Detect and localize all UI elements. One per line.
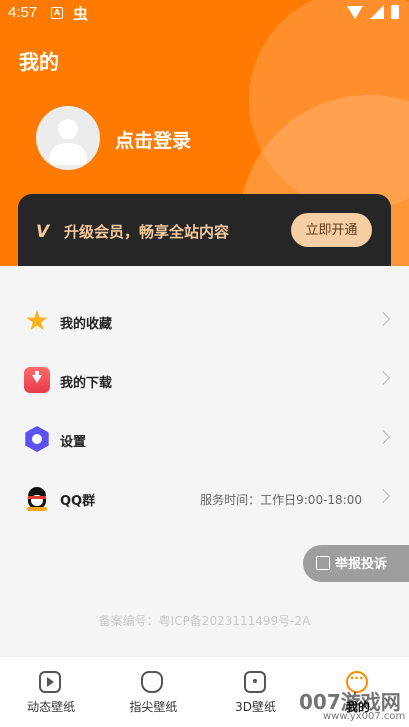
menu-item-qq-group[interactable]: QQ群 服务时间：工作日9:00-18:00 <box>0 469 409 528</box>
login-link[interactable]: 点击登录 <box>115 126 191 153</box>
star-icon: ★ <box>24 304 50 337</box>
tab-label: 3D壁纸 <box>235 700 277 714</box>
icp-record-text: 备案编号：粤ICP备2023111499号-2A <box>98 614 311 628</box>
report-button[interactable]: 举报投诉 <box>303 545 409 582</box>
report-button-label: 举报投诉 <box>335 556 388 571</box>
chevron-right-icon <box>375 429 391 445</box>
status-bar: 4:57 A 虫 <box>0 0 409 28</box>
qq-scarf-shape <box>28 496 46 499</box>
vip-promo-text: 升级会员，畅享全站内容 <box>64 223 230 241</box>
menu-item-label: 我的收藏 <box>60 317 113 332</box>
avatar[interactable] <box>36 106 100 170</box>
qq-icon <box>24 485 50 511</box>
tab-live-wallpaper[interactable]: 动态壁纸 <box>0 657 102 727</box>
settings-icon <box>25 426 49 452</box>
avatar-head-shape <box>58 119 78 139</box>
edit-icon <box>316 556 330 570</box>
status-time: 4:57 <box>8 4 38 21</box>
menu-item-label: QQ群 <box>60 494 96 509</box>
wifi-icon <box>347 5 363 19</box>
service-hours-text: 服务时间：工作日9:00-18:00 <box>200 493 362 507</box>
signal-icon <box>370 5 384 19</box>
chevron-right-icon <box>375 488 391 504</box>
notification-app-icon: 虫 <box>73 5 89 23</box>
chevron-right-icon <box>375 370 391 386</box>
vip-banner[interactable]: V 升级会员，畅享全站内容 立即开通 <box>18 194 391 266</box>
watermark-url: www.yx007.com <box>323 711 406 722</box>
download-icon <box>24 367 50 393</box>
qq-feet-shape <box>27 507 47 511</box>
vip-logo-icon: V <box>36 222 50 242</box>
chevron-right-icon <box>375 311 391 327</box>
menu-list: ★ 我的收藏 我的下载 设置 QQ群 服务时间：工作日9:00-18:00 <box>0 292 409 528</box>
finger-icon <box>141 671 164 693</box>
activate-vip-button[interactable]: 立即开通 <box>291 213 372 247</box>
menu-item-settings[interactable]: 设置 <box>0 410 409 469</box>
menu-item-label: 我的下载 <box>60 376 113 391</box>
cube-icon <box>243 671 266 693</box>
tab-fingertip-wallpaper[interactable]: 指尖壁纸 <box>102 657 204 727</box>
menu-item-favorites[interactable]: ★ 我的收藏 <box>0 292 409 351</box>
notification-a-icon: A <box>51 7 63 19</box>
battery-icon <box>391 5 399 19</box>
play-icon <box>39 671 61 693</box>
menu-item-downloads[interactable]: 我的下载 <box>0 351 409 410</box>
menu-item-label: 设置 <box>60 435 87 450</box>
tab-3d-wallpaper[interactable]: 3D壁纸 <box>205 657 307 727</box>
tab-label: 动态壁纸 <box>27 700 76 714</box>
avatar-body-shape <box>49 143 87 165</box>
tab-label: 指尖壁纸 <box>129 700 178 714</box>
profile-header: 4:57 A 虫 我的 点击登录 V 升级会员，畅享全站内容 立即开通 <box>0 0 409 266</box>
page-title: 我的 <box>19 50 59 74</box>
